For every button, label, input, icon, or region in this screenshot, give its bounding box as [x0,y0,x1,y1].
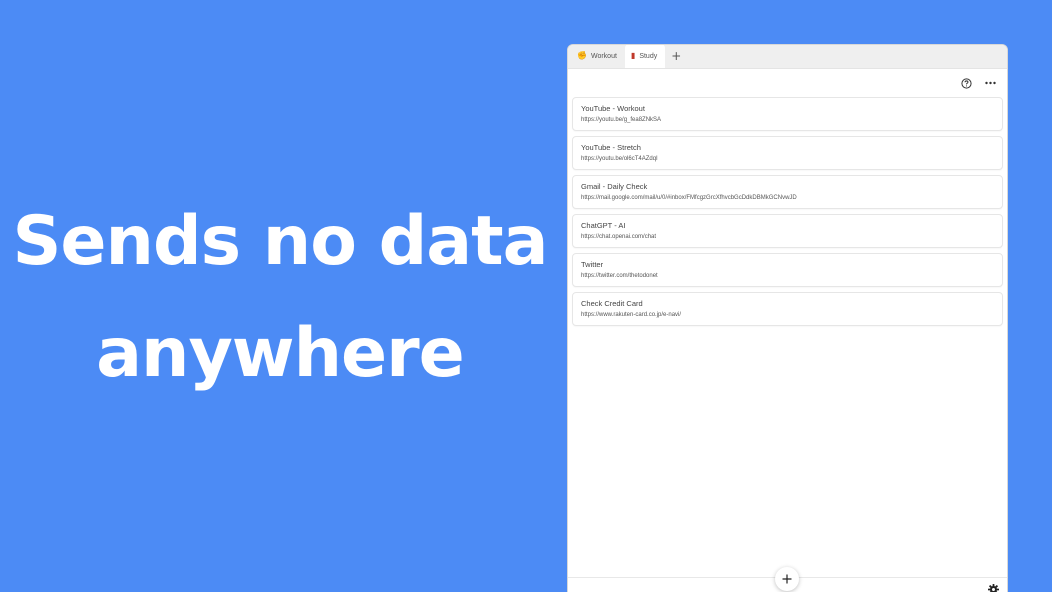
gear-icon [987,583,999,592]
add-item-button[interactable] [775,567,799,591]
item-title: Gmail - Daily Check [581,182,648,191]
book-icon: ▮ [630,51,636,60]
item-url[interactable]: https://twitter.com/thetodonet [581,271,994,281]
extension-window: ✊ Workout ▮ Study + YouTube - Workout ht… [567,44,1008,592]
list-item[interactable]: YouTube - Stretch https://youtu.be/ol6cT… [572,136,1003,170]
item-title: Twitter [581,260,604,269]
list-item[interactable]: YouTube - Workout https://youtu.be/g_fea… [572,97,1003,131]
tab-label: Workout [590,52,617,60]
item-url[interactable]: https://www.rakuten-card.co.jp/e-navi/ [581,310,994,320]
item-title: Check Credit Card [581,299,643,308]
tab-workout[interactable]: ✊ Workout [571,45,625,68]
flexed-biceps-icon: ✊ [577,51,587,60]
help-circle-icon[interactable] [959,76,973,90]
toolbar [568,69,1007,97]
item-url[interactable]: https://mail.google.com/mail/u/0/#inbox/… [581,193,994,203]
headline-line-1: Sends no data [12,202,548,281]
headline-line-2: anywhere [96,314,465,393]
item-title: ChatGPT - AI [581,221,626,230]
headline: Sends no data anywhere [0,186,560,410]
add-tab-button[interactable]: + [665,45,687,68]
list-item[interactable]: ChatGPT - AI https://chat.openai.com/cha… [572,214,1003,248]
tab-bar: ✊ Workout ▮ Study + [568,45,1007,69]
list-item[interactable]: Check Credit Card https://www.rakuten-ca… [572,292,1003,326]
link-list: YouTube - Workout https://youtu.be/g_fea… [568,97,1007,326]
item-title: YouTube - Stretch [581,143,641,152]
more-horizontal-icon[interactable] [983,76,997,90]
settings-button[interactable] [986,582,1000,592]
tab-study[interactable]: ▮ Study [624,45,666,68]
plus-icon [782,574,792,584]
item-url[interactable]: https://youtu.be/ol6cT4AZdqI [581,154,994,164]
tab-label: Study [639,52,658,60]
item-url[interactable]: https://chat.openai.com/chat [581,232,994,242]
list-item[interactable]: Gmail - Daily Check https://mail.google.… [572,175,1003,209]
item-url[interactable]: https://youtu.be/g_fea8ZNkSA [581,115,994,125]
item-title: YouTube - Workout [581,104,645,113]
list-item[interactable]: Twitter https://twitter.com/thetodonet [572,253,1003,287]
